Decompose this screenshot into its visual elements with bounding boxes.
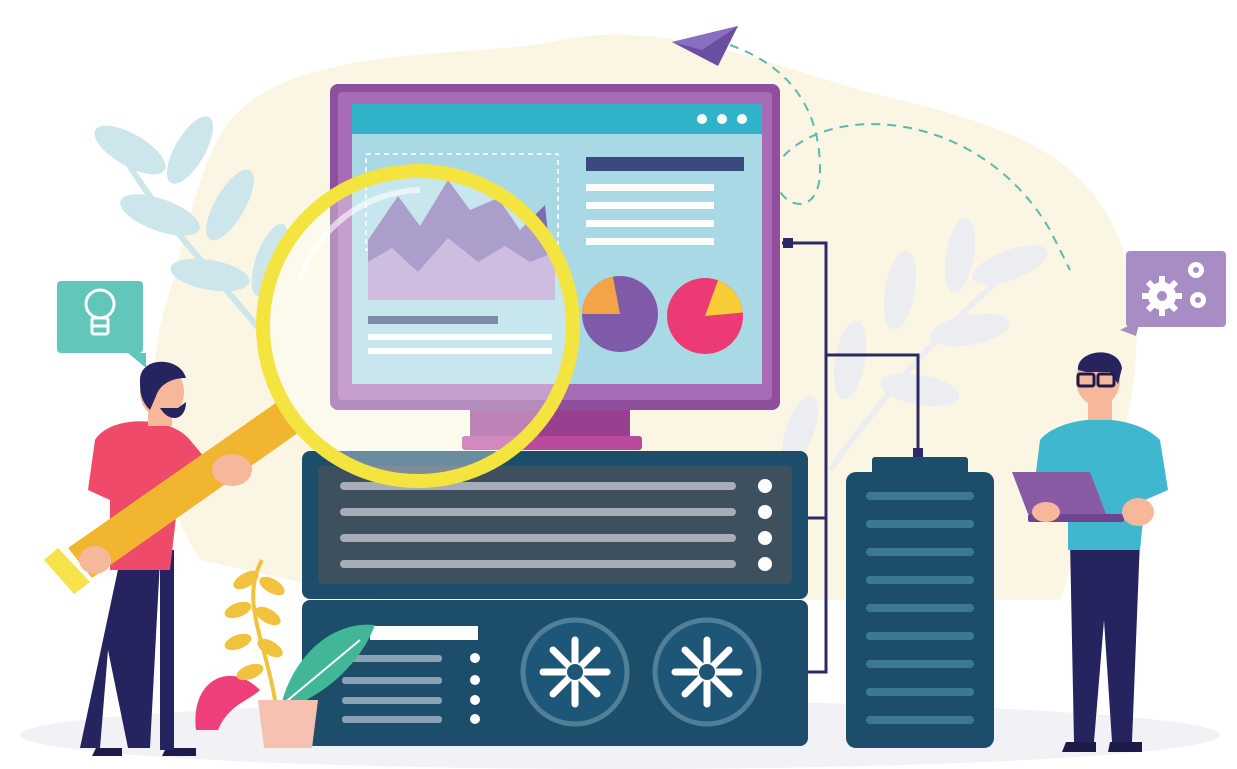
settings-speech-bubble [1120,251,1226,336]
text-line [586,184,714,191]
status-led [758,557,772,571]
text-line [586,238,714,245]
server-slot [340,560,736,568]
fan-icon [652,617,762,727]
status-led [758,505,772,519]
server-slot [340,508,736,516]
heading-bar [586,157,744,171]
idea-speech-bubble [57,281,146,368]
fan-icon [520,617,630,727]
text-line [586,202,714,209]
status-led [758,479,772,493]
data-analysis-illustration [20,26,1226,769]
window-dot [697,114,707,124]
status-led [758,531,772,545]
text-line [586,220,714,227]
window-dot [737,114,747,124]
server-unit-bottom [302,600,808,746]
magnifying-glass [256,164,580,488]
storage-tower [846,457,994,748]
window-dot [717,114,727,124]
server-slot [340,534,736,542]
